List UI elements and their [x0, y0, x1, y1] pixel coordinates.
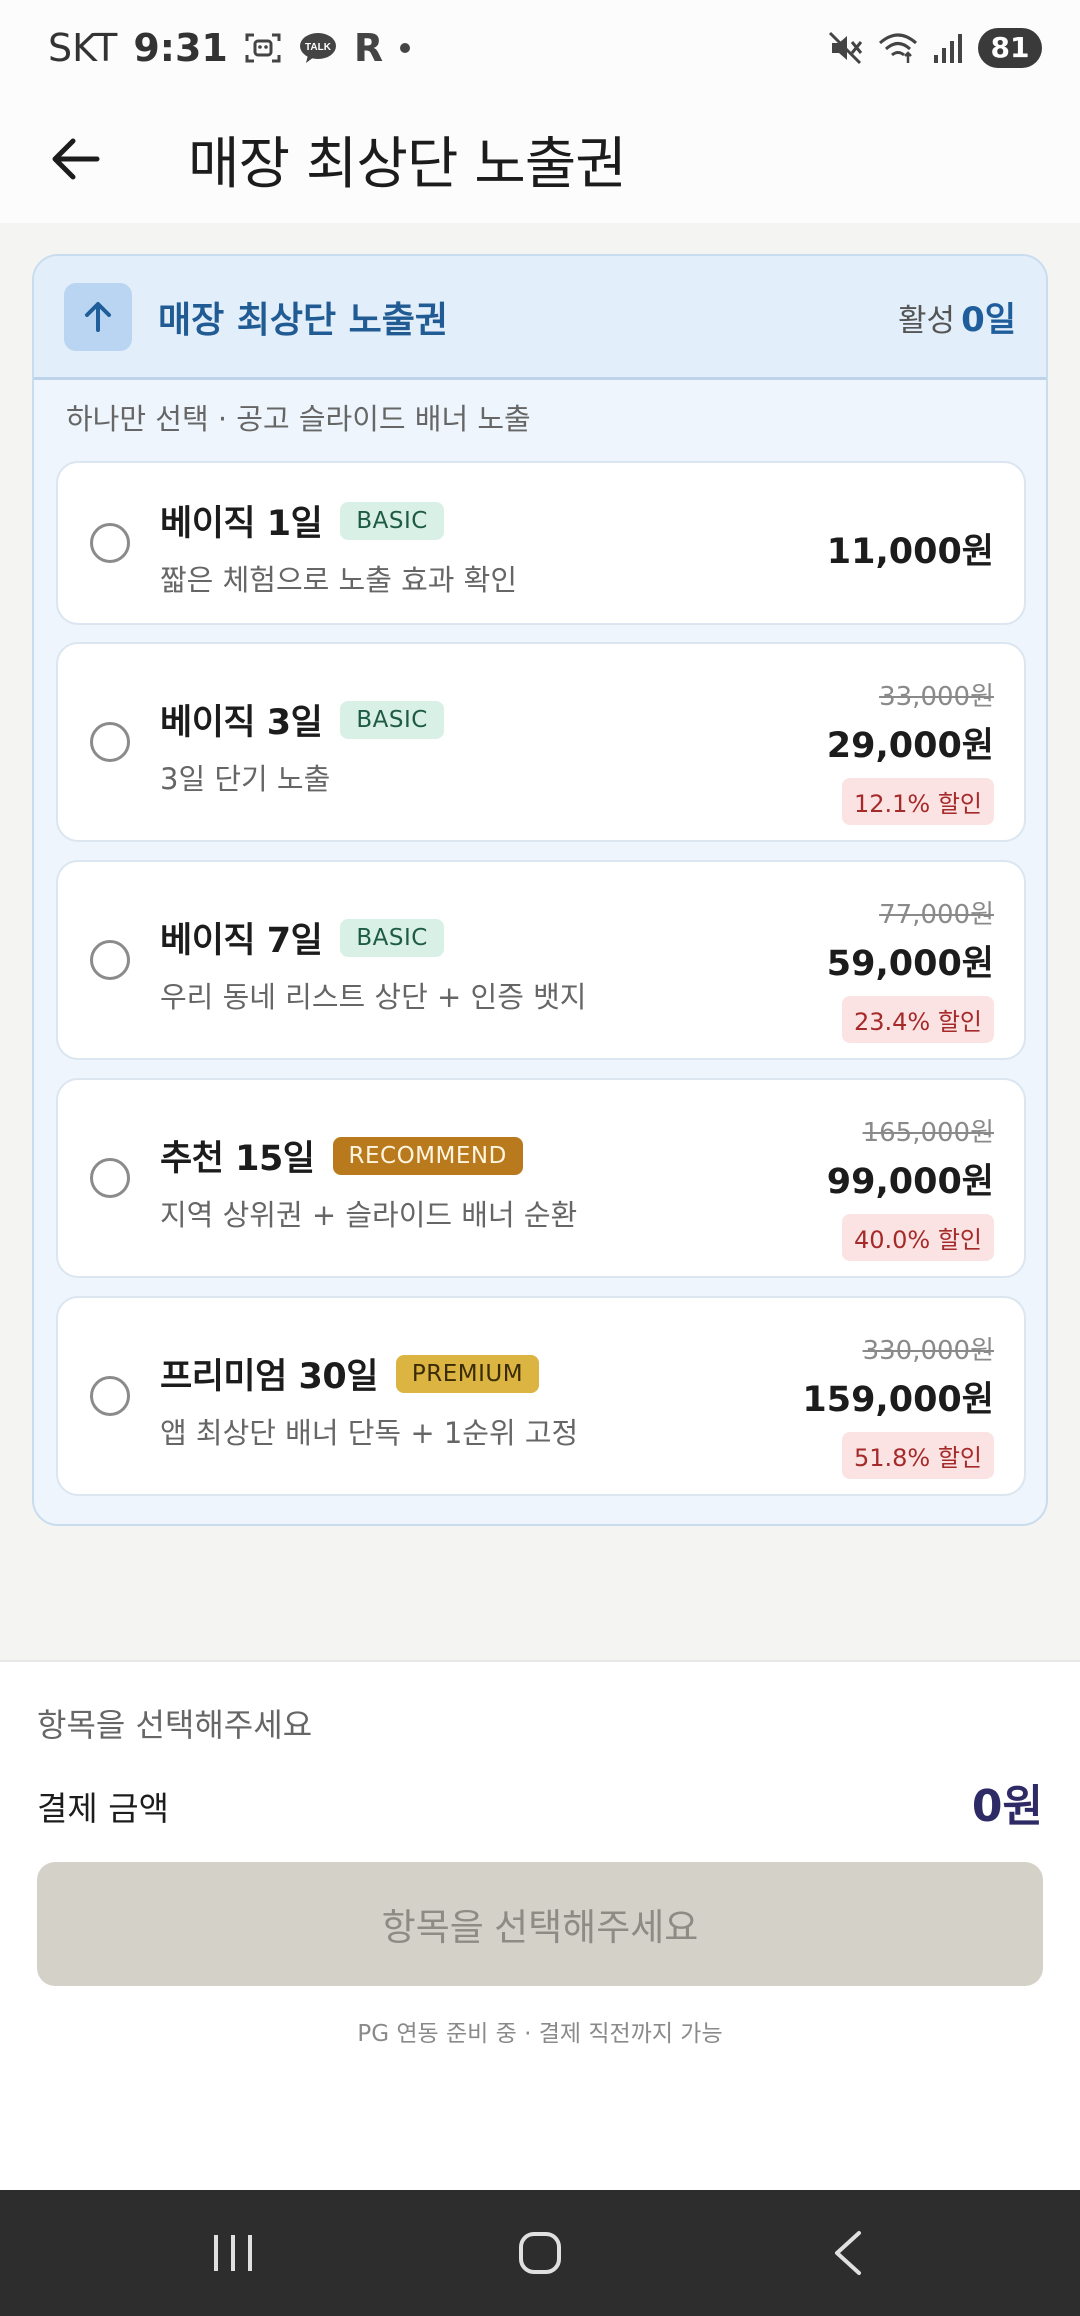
- chevron-left-icon: [834, 2231, 861, 2275]
- discount-badge: 12.1% 할인: [841, 778, 994, 825]
- discount-badge: 51.8% 할인: [841, 1432, 994, 1479]
- battery-indicator: 81: [978, 27, 1042, 68]
- signal-icon: [932, 31, 964, 65]
- svg-text:TALK: TALK: [305, 42, 332, 53]
- active-label: 활성: [898, 303, 956, 339]
- screen: SKT 9:31 TALK R 81 매장 최상단 노출권 매장 최상단 노출권…: [0, 0, 1080, 2316]
- active-days: 0일: [961, 300, 1016, 340]
- option-price-block: 77,000원 59,000원 23.4% 할인: [827, 894, 994, 1043]
- option-premium-30day[interactable]: 프리미엄 30일 PREMIUM 앱 최상단 배너 단독 + 1순위 고정 33…: [56, 1296, 1026, 1496]
- panel-title: 매장 최상단 노출권: [158, 299, 449, 341]
- clock: 9:31: [133, 25, 228, 70]
- option-description: 앱 최상단 배너 단독 + 1순위 고정: [160, 1416, 579, 1450]
- active-status: 활성 0일: [898, 292, 1016, 341]
- option-price-block: 11,000원: [827, 519, 994, 574]
- status-left: SKT 9:31 TALK R: [48, 26, 411, 70]
- panel-hint: 하나만 선택 · 공고 슬라이드 배너 노출: [66, 402, 531, 436]
- radio-button[interactable]: [90, 722, 130, 762]
- option-title-row: 추천 15일 RECOMMEND: [160, 1130, 523, 1181]
- home-icon: [518, 2232, 561, 2274]
- r-app-icon: R: [353, 25, 384, 70]
- original-price: 330,000원: [862, 1336, 994, 1366]
- mute-icon: [828, 31, 864, 65]
- option-badge: BASIC: [340, 501, 444, 540]
- option-title-row: 베이직 1일 BASIC: [160, 495, 444, 546]
- exposure-pass-panel: 매장 최상단 노출권 활성 0일 하나만 선택 · 공고 슬라이드 배너 노출 …: [32, 254, 1048, 1526]
- kakaotalk-icon: TALK: [298, 31, 338, 65]
- original-price: 33,000원: [879, 682, 994, 712]
- option-name: 베이직 7일: [160, 921, 323, 961]
- option-price: 159,000원: [802, 1380, 994, 1420]
- recent-apps-icon: [214, 2235, 253, 2271]
- option-name: 프리미엄 30일: [160, 1357, 378, 1397]
- system-nav-bar: [0, 2190, 1080, 2316]
- option-price: 59,000원: [826, 944, 994, 984]
- radio-button[interactable]: [90, 1158, 130, 1198]
- option-badge: BASIC: [340, 918, 444, 957]
- recent-apps-button[interactable]: [173, 2208, 293, 2298]
- payment-amount: 0원: [971, 1781, 1043, 1832]
- original-price: 77,000원: [879, 900, 994, 930]
- option-basic-3day[interactable]: 베이직 3일 BASIC 3일 단기 노출 33,000원 29,000원 12…: [56, 642, 1026, 842]
- option-description: 우리 동네 리스트 상단 + 인증 뱃지: [160, 980, 587, 1014]
- discount-badge: 40.0% 할인: [841, 1214, 994, 1261]
- app-bar: 매장 최상단 노출권: [0, 95, 1080, 223]
- option-name: 베이직 1일: [160, 504, 323, 544]
- option-basic-7day[interactable]: 베이직 7일 BASIC 우리 동네 리스트 상단 + 인증 뱃지 77,000…: [56, 860, 1026, 1060]
- home-button[interactable]: [480, 2208, 600, 2298]
- option-badge: PREMIUM: [395, 1354, 540, 1393]
- option-price-block: 33,000원 29,000원 12.1% 할인: [827, 676, 994, 825]
- radio-button[interactable]: [90, 940, 130, 980]
- option-description: 3일 단기 노출: [160, 762, 331, 796]
- option-price-block: 165,000원 99,000원 40.0% 할인: [827, 1112, 994, 1261]
- radio-button[interactable]: [90, 523, 130, 563]
- original-price: 165,000원: [862, 1118, 994, 1148]
- option-price: 11,000원: [826, 532, 994, 572]
- status-right: 81: [828, 27, 1042, 68]
- arrow-left-icon: [52, 138, 100, 180]
- option-title-row: 베이직 7일 BASIC: [160, 912, 444, 963]
- option-badge: RECOMMEND: [332, 1136, 523, 1175]
- option-title-row: 프리미엄 30일 PREMIUM: [160, 1348, 540, 1399]
- option-name: 베이직 3일: [160, 703, 323, 743]
- wifi-icon: [878, 31, 918, 65]
- back-button[interactable]: [46, 129, 106, 189]
- option-description: 지역 상위권 + 슬라이드 배너 순환: [160, 1198, 578, 1232]
- option-description: 짧은 체험으로 노출 효과 확인: [160, 563, 518, 597]
- pay-button[interactable]: 항목을 선택해주세요: [37, 1862, 1043, 1986]
- system-back-button[interactable]: [787, 2208, 907, 2298]
- option-name: 추천 15일: [160, 1139, 315, 1179]
- option-price: 99,000원: [826, 1162, 994, 1202]
- panel-header: 매장 최상단 노출권 활성 0일: [34, 256, 1046, 380]
- option-title-row: 베이직 3일 BASIC: [160, 694, 444, 745]
- arrow-up-icon: [64, 282, 132, 351]
- page-title: 매장 최상단 노출권: [188, 131, 627, 197]
- dot-icon: [399, 42, 411, 54]
- bixby-vision-icon: [244, 31, 282, 65]
- option-recommend-15day[interactable]: 추천 15일 RECOMMEND 지역 상위권 + 슬라이드 배너 순환 165…: [56, 1078, 1026, 1278]
- option-price-block: 330,000원 159,000원 51.8% 할인: [802, 1330, 994, 1479]
- discount-badge: 23.4% 할인: [841, 996, 994, 1043]
- payment-amount-label: 결제 금액: [37, 1789, 169, 1828]
- option-price: 29,000원: [826, 726, 994, 766]
- option-basic-1day[interactable]: 베이직 1일 BASIC 짧은 체험으로 노출 효과 확인 11,000원: [56, 461, 1026, 625]
- pg-note: PG 연동 준비 중 · 결제 직전까지 가능: [357, 2021, 723, 2047]
- radio-button[interactable]: [90, 1376, 130, 1416]
- carrier-label: SKT: [48, 25, 118, 70]
- selection-prompt: 항목을 선택해주세요: [37, 1706, 313, 1744]
- status-bar: SKT 9:31 TALK R 81: [0, 0, 1080, 95]
- option-badge: BASIC: [340, 700, 444, 739]
- payment-area: 항목을 선택해주세요 결제 금액 0원 항목을 선택해주세요 PG 연동 준비 …: [0, 1660, 1080, 2190]
